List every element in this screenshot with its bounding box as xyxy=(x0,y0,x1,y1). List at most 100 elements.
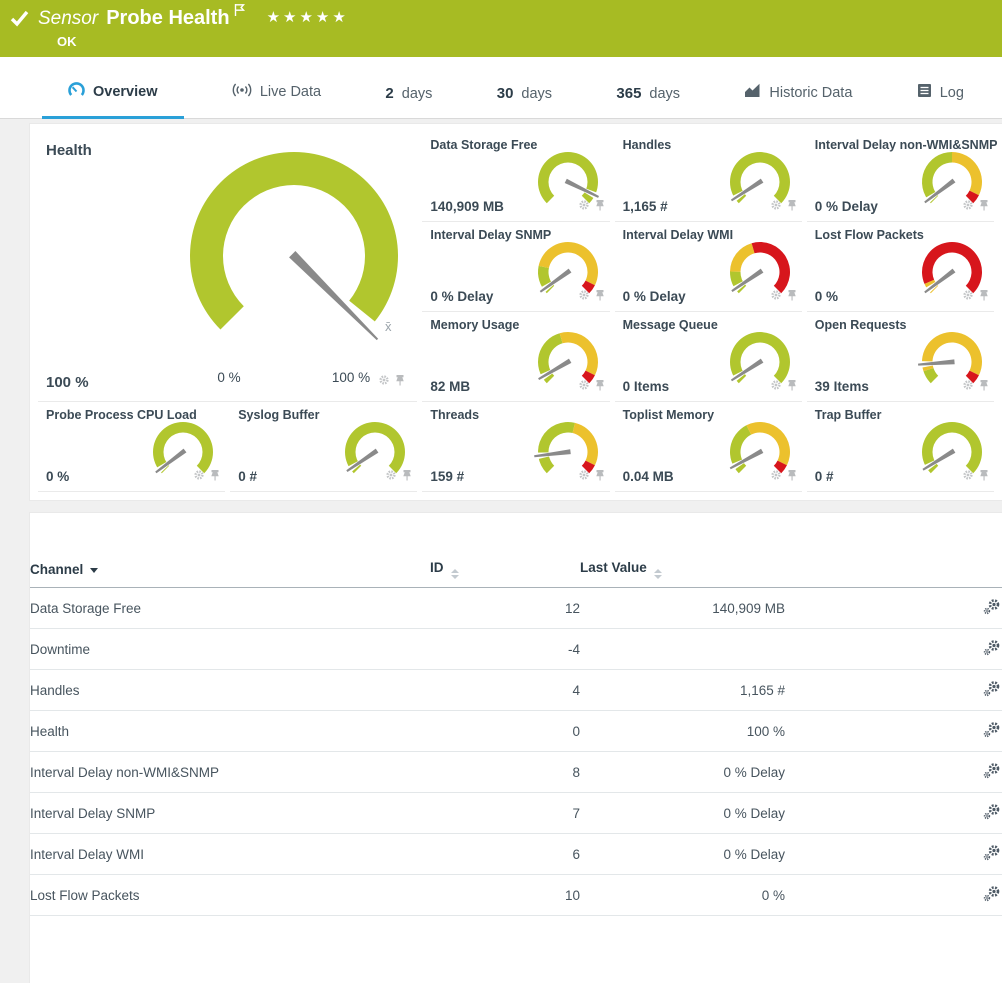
gauge-handles[interactable]: Handles1,165 # xyxy=(615,132,802,222)
table-row-handles[interactable]: Handles41,165 # xyxy=(30,670,1002,711)
table-row-downtime[interactable]: Downtime-4 xyxy=(30,629,1002,670)
gear-icon[interactable] xyxy=(962,288,974,306)
tab-overview[interactable]: Overview xyxy=(42,72,184,119)
gear-icon[interactable] xyxy=(770,288,782,306)
pin-icon[interactable] xyxy=(979,468,989,486)
tab-live-data[interactable]: Live Data xyxy=(216,72,337,119)
channel-settings-icon[interactable] xyxy=(982,646,1002,661)
tab-log[interactable]: Log xyxy=(901,73,980,119)
pin-icon[interactable] xyxy=(979,378,989,396)
table-row-interval-delay-non-wmi-snmp[interactable]: Interval Delay non-WMI&SNMP80 % Delay xyxy=(30,752,1002,793)
gauge-trap-buffer[interactable]: Trap Buffer0 # xyxy=(807,402,994,492)
channel-settings-icon[interactable] xyxy=(982,892,1002,907)
gear-icon[interactable] xyxy=(578,198,590,216)
pin-icon[interactable] xyxy=(595,378,605,396)
tab-30-days[interactable]: 30days xyxy=(481,75,568,119)
gauge-probe-process-cpu-load[interactable]: Probe Process CPU Load0 % xyxy=(38,402,225,492)
flag-icon[interactable] xyxy=(234,3,245,22)
gauge-value: 100 % xyxy=(46,374,89,391)
table-row-interval-delay-snmp[interactable]: Interval Delay SNMP70 % Delay xyxy=(30,793,1002,834)
gauge-value: 39 Items xyxy=(815,379,869,394)
channel-name[interactable]: Downtime xyxy=(30,629,430,670)
page-title: Probe Health xyxy=(106,7,229,30)
channel-last-value: 1,165 # xyxy=(580,670,785,711)
pin-icon[interactable] xyxy=(595,468,605,486)
pin-icon[interactable] xyxy=(787,288,797,306)
tab-label: Live Data xyxy=(260,84,321,100)
gauge-title: Trap Buffer xyxy=(815,408,882,422)
pin-icon[interactable] xyxy=(595,288,605,306)
tab-historic-data[interactable]: Historic Data xyxy=(728,73,868,119)
gauge-interval-delay-snmp[interactable]: Interval Delay SNMP0 % Delay xyxy=(422,222,609,312)
tab-number: 365 xyxy=(616,85,641,102)
channel-name[interactable]: Lost Flow Packets xyxy=(30,875,430,916)
channel-settings-icon[interactable] xyxy=(982,851,1002,866)
channel-settings-icon[interactable] xyxy=(982,605,1002,620)
gauge-health[interactable]: Health0 %100 %x̄100 % xyxy=(38,132,417,402)
priority-stars[interactable]: ★★★★★ xyxy=(267,8,349,26)
ok-check-icon xyxy=(10,10,29,32)
gauge-toplist-memory[interactable]: Toplist Memory0.04 MB xyxy=(615,402,802,492)
channels-table: ChannelIDLast Value Data Storage Free121… xyxy=(30,560,1002,916)
table-row-interval-delay-wmi[interactable]: Interval Delay WMI60 % Delay xyxy=(30,834,1002,875)
tab-365-days[interactable]: 365days xyxy=(600,75,696,119)
gear-icon[interactable] xyxy=(770,468,782,486)
table-row-health[interactable]: Health0100 % xyxy=(30,711,1002,752)
pin-icon[interactable] xyxy=(787,468,797,486)
pin-icon[interactable] xyxy=(402,468,412,486)
gear-icon[interactable] xyxy=(962,468,974,486)
channel-name[interactable]: Interval Delay non-WMI&SNMP xyxy=(30,752,430,793)
pin-icon[interactable] xyxy=(787,378,797,396)
gauge-value: 0 Items xyxy=(623,379,670,394)
gear-icon[interactable] xyxy=(385,468,397,486)
gear-icon[interactable] xyxy=(962,378,974,396)
column-header-last-value[interactable]: Last Value xyxy=(580,560,785,588)
gauge-lost-flow-packets[interactable]: Lost Flow Packets0 % xyxy=(807,222,994,312)
gauge-syslog-buffer[interactable]: Syslog Buffer0 # xyxy=(230,402,417,492)
gear-icon[interactable] xyxy=(578,468,590,486)
channel-settings-icon[interactable] xyxy=(982,810,1002,825)
gauge-actions xyxy=(962,198,989,216)
gear-icon[interactable] xyxy=(578,378,590,396)
gauge-message-queue[interactable]: Message Queue0 Items xyxy=(615,312,802,402)
pin-icon[interactable] xyxy=(595,198,605,216)
pin-icon[interactable] xyxy=(210,468,220,486)
gauge-actions xyxy=(193,468,220,486)
pin-icon[interactable] xyxy=(979,288,989,306)
gauge-memory-usage[interactable]: Memory Usage82 MB xyxy=(422,312,609,402)
gauge-interval-delay-wmi[interactable]: Interval Delay WMI0 % Delay xyxy=(615,222,802,312)
gear-icon[interactable] xyxy=(770,378,782,396)
gauge-title: Data Storage Free xyxy=(430,138,537,152)
table-row-lost-flow-packets[interactable]: Lost Flow Packets100 % xyxy=(30,875,1002,916)
gauge-open-requests[interactable]: Open Requests39 Items xyxy=(807,312,994,402)
gear-icon[interactable] xyxy=(962,198,974,216)
channel-settings-icon[interactable] xyxy=(982,728,1002,743)
channel-name[interactable]: Data Storage Free xyxy=(30,588,430,629)
channel-settings-icon[interactable] xyxy=(982,769,1002,784)
channel-name[interactable]: Interval Delay WMI xyxy=(30,834,430,875)
gauge-data-storage-free[interactable]: Data Storage Free140,909 MB xyxy=(422,132,609,222)
gauge-threads[interactable]: Threads159 # xyxy=(422,402,609,492)
column-header-channel[interactable]: Channel xyxy=(30,560,430,588)
gauge-actions xyxy=(770,198,797,216)
pin-icon[interactable] xyxy=(979,198,989,216)
pin-icon[interactable] xyxy=(395,373,405,391)
gear-icon[interactable] xyxy=(770,198,782,216)
channel-name[interactable]: Interval Delay SNMP xyxy=(30,793,430,834)
channel-settings-icon[interactable] xyxy=(982,687,1002,702)
gauge-interval-delay-non-wmi-snmp[interactable]: Interval Delay non-WMI&SNMP0 % Delay xyxy=(807,132,994,222)
gauge-actions xyxy=(385,468,412,486)
table-row-data-storage-free[interactable]: Data Storage Free12140,909 MB xyxy=(30,588,1002,629)
tab-number: 30 xyxy=(497,85,514,102)
channel-name[interactable]: Handles xyxy=(30,670,430,711)
gear-icon[interactable] xyxy=(578,288,590,306)
channel-last-value: 100 % xyxy=(580,711,785,752)
column-header-id[interactable]: ID xyxy=(430,560,580,588)
pin-icon[interactable] xyxy=(787,198,797,216)
historic-data-icon xyxy=(744,83,761,102)
channel-name[interactable]: Health xyxy=(30,711,430,752)
tab-2-days[interactable]: 2days xyxy=(369,75,448,119)
channel-id: 4 xyxy=(430,670,580,711)
gear-icon[interactable] xyxy=(378,373,390,391)
gear-icon[interactable] xyxy=(193,468,205,486)
